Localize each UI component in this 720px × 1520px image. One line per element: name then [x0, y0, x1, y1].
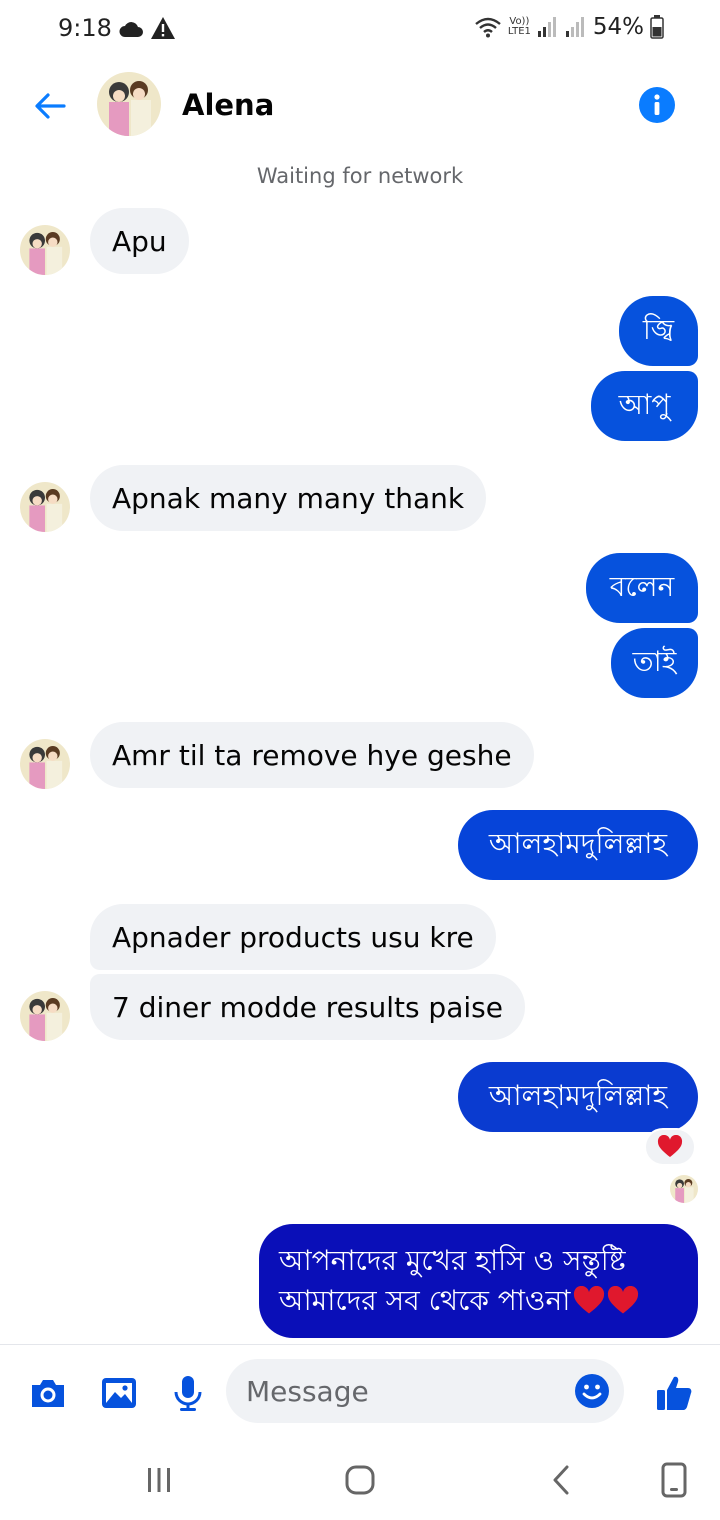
heart-icon	[574, 1286, 605, 1314]
heart-icon	[657, 1135, 683, 1157]
contact-avatar-small[interactable]	[20, 739, 70, 789]
status-right-group: Vo)) LTE1 54%	[474, 14, 664, 40]
contact-avatar-small[interactable]	[20, 991, 70, 1041]
message-text: Amr til ta remove hye geshe	[112, 738, 512, 772]
signal-icon	[565, 17, 584, 37]
wifi-icon	[475, 17, 501, 38]
system-nav-bar	[0, 1440, 720, 1520]
message-line2: আমাদের সব থেকে পাওনা	[279, 1281, 640, 1321]
contact-avatar-small[interactable]	[20, 482, 70, 532]
message-bubble-incoming[interactable]: Apnak many many thank	[90, 465, 487, 531]
camera-icon[interactable]	[28, 1373, 68, 1413]
message-text: আপু	[618, 387, 671, 421]
gallery-icon[interactable]	[99, 1373, 139, 1413]
thumbs-up-icon[interactable]	[654, 1373, 694, 1413]
message-bubble-incoming[interactable]: Amr til ta remove hye geshe	[90, 722, 534, 788]
message-bubble-outgoing[interactable]: তাই	[611, 628, 698, 698]
back-arrow-icon[interactable]	[28, 84, 72, 128]
volte-indicator: Vo)) LTE1	[508, 17, 531, 37]
status-time: 9:18	[58, 14, 112, 42]
message-text: তাই	[632, 644, 677, 678]
message-text-line1: আপনাদের মুখের হাসি ও সন্তুষ্টি	[279, 1244, 626, 1277]
message-text: Apu	[112, 224, 167, 258]
contact-name[interactable]: Alena	[182, 88, 274, 122]
message-text-line2: আমাদের সব থেকে পাওনা	[279, 1284, 571, 1317]
info-icon[interactable]	[638, 86, 676, 124]
message-input[interactable]: Message	[226, 1359, 624, 1423]
message-text: Apnader products usu kre	[112, 920, 474, 954]
message-text: বলেন	[609, 569, 675, 603]
status-bar: 9:18 Vo)) LTE1 54%	[0, 0, 720, 56]
message-bubble-outgoing[interactable]: জ্বি	[619, 296, 698, 366]
message-text: আলহামদুলিল্লাহ	[488, 826, 668, 860]
cloud-icon	[119, 22, 143, 37]
message-bubble-outgoing[interactable]: আলহামদুলিল্লাহ	[458, 810, 698, 880]
message-placeholder: Message	[246, 1375, 369, 1408]
contact-avatar-small[interactable]	[20, 225, 70, 275]
message-text: 7 diner modde results paise	[112, 990, 503, 1024]
back-nav-icon[interactable]	[542, 1460, 582, 1500]
phone-mode-icon[interactable]	[654, 1460, 694, 1500]
message-bubble-incoming[interactable]: Apu	[90, 208, 189, 274]
heart-reaction-badge[interactable]	[644, 1128, 696, 1166]
chat-header: Alena	[0, 60, 720, 152]
message-bubble-outgoing[interactable]: আলহামদুলিল্লাহ	[458, 1062, 698, 1132]
microphone-icon[interactable]	[168, 1373, 208, 1413]
message-bubble-outgoing[interactable]: আপু	[591, 371, 698, 441]
message-text: আলহামদুলিল্লাহ	[488, 1078, 668, 1112]
message-text: জ্বি	[642, 312, 675, 346]
emoji-icon[interactable]	[574, 1373, 610, 1409]
message-bubble-outgoing[interactable]: আপনাদের মুখের হাসি ও সন্তুষ্টি আমাদের সব…	[259, 1224, 698, 1338]
message-bubble-incoming[interactable]: 7 diner modde results paise	[90, 974, 525, 1040]
volte-bottom-label: LTE1	[507, 26, 531, 37]
network-status: Waiting for network	[256, 164, 464, 188]
heart-icon	[608, 1286, 639, 1314]
message-bubble-outgoing[interactable]: বলেন	[586, 553, 698, 623]
contact-avatar[interactable]	[97, 72, 161, 136]
message-text: Apnak many many thank	[112, 481, 465, 515]
signal-icon	[537, 17, 556, 37]
battery-percent: 54%	[592, 14, 644, 40]
composer-bar: Message	[0, 1344, 720, 1440]
recent-apps-icon[interactable]	[139, 1460, 179, 1500]
battery-icon	[650, 15, 664, 39]
seen-avatar	[670, 1175, 698, 1203]
message-bubble-incoming[interactable]: Apnader products usu kre	[90, 904, 496, 970]
warning-icon	[151, 17, 175, 39]
home-icon[interactable]	[340, 1460, 380, 1500]
